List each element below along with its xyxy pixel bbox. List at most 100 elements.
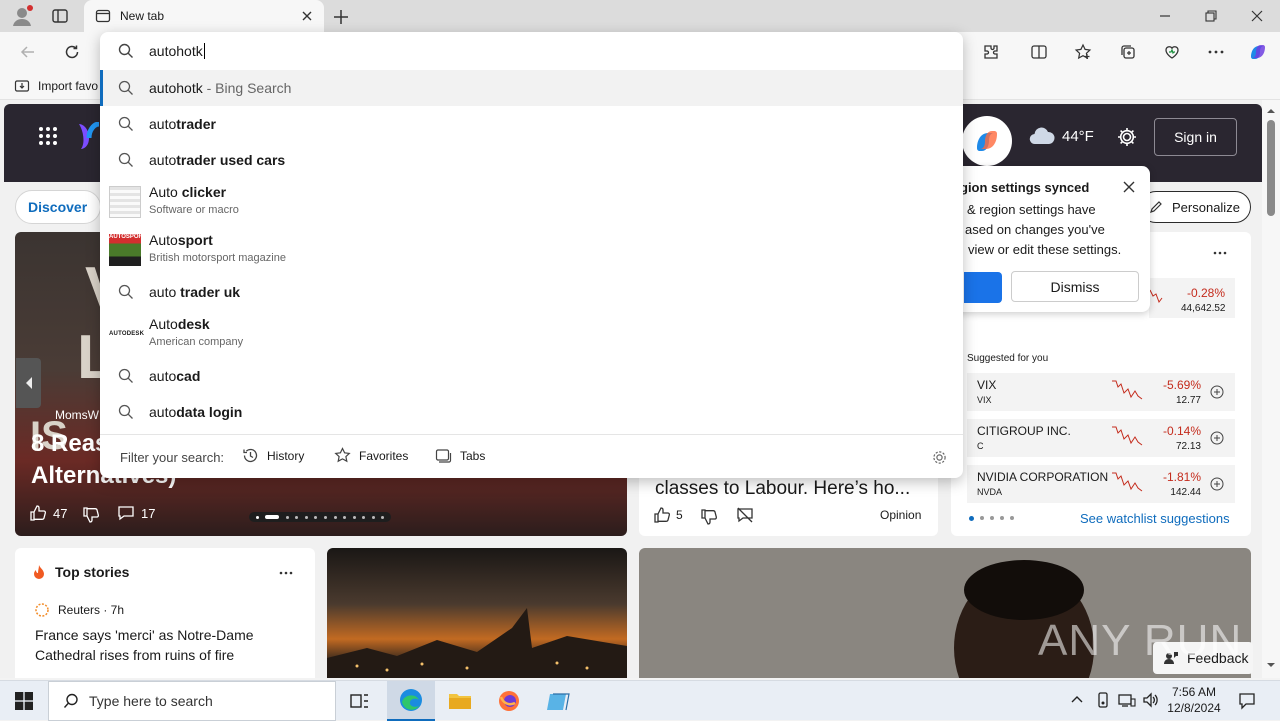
close-tab-icon[interactable] [300, 9, 314, 23]
sparkline-icon [1112, 426, 1143, 446]
dismiss-button[interactable]: Dismiss [1011, 271, 1139, 302]
add-to-watchlist-icon[interactable] [1210, 477, 1224, 491]
search-icon [118, 80, 133, 95]
refresh-button[interactable] [56, 36, 88, 68]
page-scrollbar[interactable] [1262, 100, 1280, 678]
stock-price: 142.44 [1170, 487, 1201, 498]
add-to-watchlist-icon[interactable] [1210, 431, 1224, 445]
stock-row[interactable]: CITIGROUP INC. C -0.14% 72.13 [967, 419, 1235, 457]
add-to-watchlist-icon[interactable] [1210, 385, 1224, 399]
scroll-thumb[interactable] [1267, 120, 1275, 216]
comments-button[interactable]: 17 [117, 504, 155, 522]
browser-essentials-icon[interactable] [1156, 36, 1188, 68]
more-menu-icon[interactable] [1200, 36, 1232, 68]
suggestion-item[interactable]: autodata login [100, 394, 963, 430]
sparkline-icon [1149, 289, 1163, 304]
tray-overflow-icon[interactable] [1070, 693, 1084, 707]
suggestion-item[interactable]: AUTOSPORT Autosport British motorsport mag… [100, 226, 963, 274]
dislike-button[interactable] [82, 506, 100, 524]
dislike-button[interactable] [700, 508, 718, 526]
back-button[interactable] [12, 36, 44, 68]
notification-center-icon[interactable] [1238, 692, 1256, 710]
start-button[interactable] [0, 681, 48, 721]
personalize-button[interactable]: Personalize [1140, 191, 1251, 223]
popup-text: ased on changes you've [965, 222, 1105, 237]
suggestion-item[interactable]: autohotk - Bing Search [100, 70, 963, 106]
filter-favorites[interactable]: Favorites [334, 447, 408, 464]
volume-icon[interactable] [1142, 692, 1160, 708]
close-window-button[interactable] [1234, 0, 1280, 32]
msn-logo[interactable] [76, 122, 102, 150]
notre-dame-photo[interactable] [327, 548, 627, 678]
address-bar[interactable]: autohotk [100, 32, 963, 70]
search-icon [118, 284, 133, 299]
scroll-down-icon[interactable] [1262, 658, 1280, 672]
taskbar-edge-icon[interactable] [387, 681, 435, 721]
weather-temperature[interactable]: 44°F [1062, 128, 1094, 145]
clock-time: 7:56 AM [1171, 685, 1217, 699]
taskbar-app-icon[interactable] [534, 681, 582, 721]
like-button[interactable]: 5 [653, 506, 683, 524]
filter-bar: Filter your search: History Favorites Ta… [100, 436, 963, 478]
import-favorites-item[interactable]: Import favo [14, 77, 98, 95]
discover-tab[interactable]: Discover [15, 190, 101, 224]
address-input-value[interactable]: autohotk [149, 43, 205, 59]
suggestion-item[interactable]: Auto clicker Software or macro [100, 178, 963, 226]
suggestion-item[interactable]: autotrader used cars [100, 142, 963, 178]
suggestion-item[interactable]: autotrader [100, 106, 963, 142]
minimize-button[interactable] [1142, 0, 1188, 32]
favorites-star-icon[interactable] [1067, 36, 1099, 68]
stock-row[interactable]: VIX VIX -5.69% 12.77 [967, 373, 1235, 411]
hero-headline[interactable]: 8 Reas [31, 430, 108, 458]
sign-in-button[interactable]: Sign in [1154, 118, 1237, 156]
task-view-icon[interactable] [340, 681, 380, 721]
watchlist-suggestions-link[interactable]: See watchlist suggestions [1080, 511, 1230, 526]
taskbar-search-box[interactable]: Type here to search [48, 681, 336, 721]
new-tab-button[interactable] [330, 6, 352, 28]
split-screen-icon[interactable] [1023, 36, 1055, 68]
extensions-icon[interactable] [975, 36, 1007, 68]
tab-new-tab[interactable]: New tab [84, 0, 324, 32]
top-stories-more-icon[interactable] [279, 570, 293, 576]
copilot-icon[interactable] [1242, 36, 1274, 68]
stock-row[interactable]: NVIDIA CORPORATION NVDA -1.81% 142.44 [967, 465, 1235, 503]
suggested-label: Suggested for you [967, 353, 1049, 364]
restore-button[interactable] [1188, 0, 1234, 32]
flame-icon [34, 565, 44, 579]
clock[interactable]: 7:56 AM 12/8/2024 [1166, 684, 1222, 716]
scroll-up-icon[interactable] [1262, 104, 1280, 118]
omnibox-dropdown: autohotk autohotk - Bing Search autotrade… [100, 32, 963, 478]
market-more-icon[interactable] [1213, 250, 1227, 256]
market-index-row[interactable]: -0.28% 44,642.52 [1149, 278, 1235, 318]
carousel-prev-button[interactable] [16, 358, 41, 408]
tab-actions-icon[interactable] [50, 6, 70, 26]
middle-news-card[interactable]: classes to Labour. Here’s ho... 5 Opinio… [639, 478, 938, 536]
tray-device-icon[interactable] [1095, 692, 1111, 708]
story-headline[interactable]: France says 'merci' as Notre-Dame Cathed… [35, 625, 275, 665]
copilot-page-button[interactable] [962, 116, 1012, 166]
suggestion-item[interactable]: auto trader uk [100, 274, 963, 310]
carousel-dots[interactable] [249, 512, 391, 522]
taskbar-firefox-icon[interactable] [485, 681, 533, 721]
top-stories-card: Top stories Reuters · 7h France says 'me… [15, 548, 315, 678]
weather-cloud-icon[interactable] [1028, 126, 1056, 146]
collections-icon[interactable] [1112, 36, 1144, 68]
suggestion-item[interactable]: autocad [100, 358, 963, 394]
filter-tabs[interactable]: Tabs [435, 447, 485, 464]
popup-close-icon[interactable] [1122, 180, 1136, 194]
taskbar-explorer-icon[interactable] [436, 681, 484, 721]
profile-avatar-icon[interactable] [10, 4, 34, 28]
search-icon [118, 368, 133, 383]
apps-grid-icon[interactable] [38, 126, 58, 146]
search-settings-gear-icon[interactable] [931, 449, 948, 466]
autosport-thumbnail: AUTOSPORT [109, 234, 147, 266]
filter-history[interactable]: History [242, 447, 304, 464]
market-page-dots[interactable] [969, 516, 1014, 521]
comments-off-button[interactable] [736, 506, 754, 524]
suggestion-item[interactable]: AUTODESK Autodesk American company [100, 310, 963, 358]
popup-primary-button[interactable] [964, 272, 1002, 303]
settings-gear-icon[interactable] [1116, 126, 1138, 148]
like-button[interactable]: 47 [29, 504, 67, 522]
middle-card-headline[interactable]: classes to Labour. Here’s ho... [655, 478, 910, 500]
network-icon[interactable] [1118, 692, 1136, 708]
